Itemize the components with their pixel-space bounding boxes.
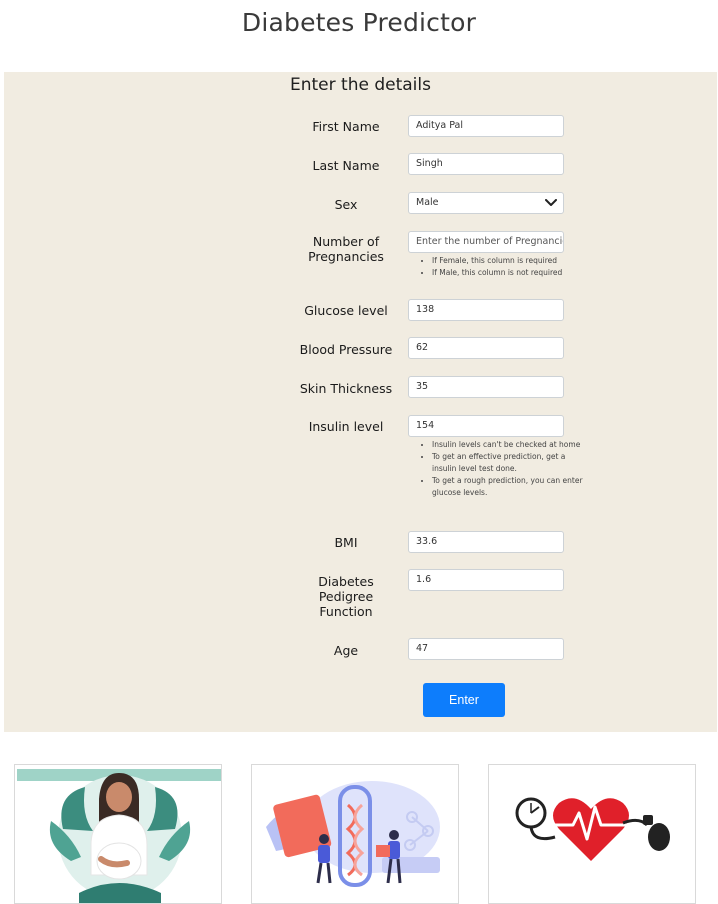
age-label: Age [333,643,359,658]
pregnancies-placeholder: Enter the number of Pregnancies [416,236,564,247]
hint-item: To get a rough prediction, you can enter… [432,475,592,499]
pregnant-woman-illustration [17,769,221,903]
pedigree-label-line3: Function [319,604,373,619]
hint-item: To get an effective prediction, get a in… [432,451,592,475]
pedigree-label: Diabetes Pedigree Function [296,574,396,619]
enter-button[interactable]: Enter [423,683,505,717]
first-name-label: First Name [312,119,380,134]
blood-pressure-label: Blood Pressure [299,342,393,357]
first-name-input[interactable]: Aditya Pal [408,115,564,137]
bmi-input[interactable]: 33.6 [408,531,564,553]
bmi-label: BMI [334,535,358,550]
pregnancy-image-card [14,764,222,904]
pregnancies-label: Number of Pregnancies [296,234,396,264]
pregnancies-label-line2: Pregnancies [308,249,384,264]
pregnancies-input[interactable]: Enter the number of Pregnancies [408,231,564,253]
last-name-label: Last Name [312,158,380,173]
pregnancies-hints: If Female, this column is required If Ma… [408,255,592,279]
hint-item: Insulin levels can't be checked at home [432,439,592,451]
glucose-label: Glucose level [304,303,388,318]
heart-image-card [488,764,696,904]
pedigree-input[interactable]: 1.6 [408,569,564,591]
last-name-input[interactable]: Singh [408,153,564,175]
blood-pressure-heart-illustration [515,797,670,861]
form-heading: Enter the details [290,75,431,95]
skin-thickness-input[interactable]: 35 [408,376,564,398]
age-input[interactable]: 47 [408,638,564,660]
insulin-hints: Insulin levels can't be checked at home … [408,439,592,499]
glucose-input[interactable]: 138 [408,299,564,321]
chevron-down-icon [545,199,557,206]
insulin-label: Insulin level [308,419,384,434]
page-title: Diabetes Predictor [241,8,477,37]
sex-label: Sex [334,197,358,212]
insulin-input[interactable]: 154 [408,415,564,437]
pregnancies-label-line1: Number of [312,234,380,249]
skin-thickness-label: Skin Thickness [299,381,393,396]
hint-item: If Male, this column is not required [432,267,592,279]
blood-pressure-input[interactable]: 62 [408,337,564,359]
sex-select[interactable]: Male [408,192,564,214]
pedigree-label-line1: Diabetes [318,574,374,589]
sex-selected-value: Male [416,197,439,208]
details-form: Enter the details First Name Aditya Pal … [4,72,717,732]
research-image-card [251,764,459,904]
pedigree-label-line2: Pedigree [318,589,374,604]
lab-research-illustration [266,781,440,887]
hint-item: If Female, this column is required [432,255,592,267]
